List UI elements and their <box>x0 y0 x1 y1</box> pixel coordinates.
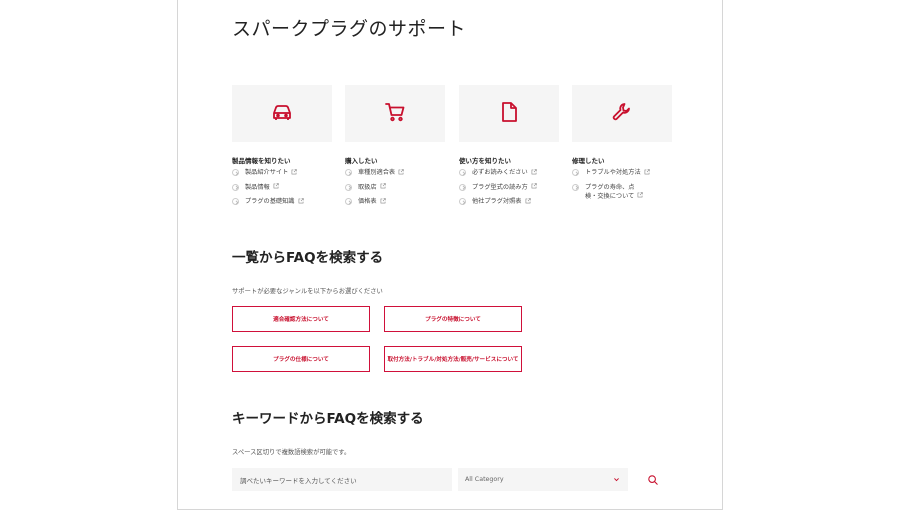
card-repair[interactable] <box>572 85 672 142</box>
page-title: スパークプラグのサポート <box>232 18 467 40</box>
link-text[interactable]: 価格表 <box>358 198 377 205</box>
arrow-circle-icon <box>572 183 579 191</box>
external-link-icon <box>637 192 644 198</box>
arrow-circle-icon <box>345 169 352 176</box>
link-text[interactable]: 製品紹介サイト <box>245 169 288 176</box>
category-title-usage: 使い方を知りたい <box>459 157 511 165</box>
arrow-circle-icon <box>232 183 239 191</box>
search-placeholder: 調べたいキーワードを入力してください <box>240 476 357 485</box>
category-links-product-info: 製品紹介サイト 製品情報 プラグの基礎知識 <box>232 168 322 212</box>
category-select-value: All Category <box>465 476 504 483</box>
external-link-icon <box>291 168 298 175</box>
link-text[interactable]: 取扱店 <box>358 184 377 191</box>
arrow-circle-icon <box>459 169 466 176</box>
list-item[interactable]: 価格表 <box>345 197 435 206</box>
external-link-icon <box>531 168 537 175</box>
list-item[interactable]: 取扱店 <box>345 183 435 192</box>
category-title-purchase: 購入したい <box>345 157 378 165</box>
arrow-circle-icon <box>459 183 466 191</box>
external-link-icon <box>525 197 531 204</box>
link-text[interactable]: 車種別適合表 <box>358 169 395 176</box>
faq-list-title: 一覧からFAQを検索する <box>232 250 384 266</box>
document-icon <box>497 100 521 128</box>
category-links-purchase: 車種別適合表 取扱店 価格表 <box>345 168 435 212</box>
list-item[interactable]: プラグ型式の読み方 <box>459 183 549 192</box>
link-text[interactable]: 必ずお読みください <box>472 169 528 176</box>
cart-icon <box>383 100 407 128</box>
faq-keyword-description: スペース区切りで複数語検索が可能です。 <box>232 449 351 456</box>
search-button[interactable] <box>643 470 663 490</box>
keyword-search-input[interactable]: 調べたいキーワードを入力してください <box>232 468 452 491</box>
card-product-info[interactable] <box>232 85 332 142</box>
external-link-icon <box>298 197 304 204</box>
list-item[interactable]: 必ずお読みください <box>459 168 549 177</box>
category-links-repair: トラブルや対処方法 プラグの寿命、点検・交換について <box>572 168 662 206</box>
genre-button-installation-service[interactable]: 取付方法/トラブル/対処方法/販売/サービスについて <box>384 346 522 372</box>
list-item[interactable]: トラブルや対処方法 <box>572 168 662 177</box>
category-select[interactable]: All Category <box>458 468 628 491</box>
list-item[interactable]: プラグの基礎知識 <box>232 197 322 206</box>
category-title-repair: 修理したい <box>572 157 605 165</box>
arrow-circle-icon <box>345 183 352 191</box>
genre-button-compatibility[interactable]: 適合確認方法について <box>232 306 370 332</box>
list-item[interactable]: 製品紹介サイト <box>232 168 322 177</box>
arrow-circle-icon <box>232 198 239 205</box>
card-purchase[interactable] <box>345 85 445 142</box>
link-text[interactable]: 他社プラグ対照表 <box>472 198 522 205</box>
arrow-circle-icon <box>572 169 579 176</box>
link-text[interactable]: トラブルや対処方法 <box>585 169 641 176</box>
faq-keyword-title: キーワードからFAQを検索する <box>232 411 424 427</box>
external-link-icon <box>398 168 404 175</box>
arrow-circle-icon <box>232 169 239 176</box>
genre-button-features[interactable]: プラグの特徴について <box>384 306 522 332</box>
link-text[interactable]: プラグ型式の読み方 <box>472 184 528 191</box>
arrow-circle-icon <box>345 198 352 205</box>
wrench-icon <box>610 100 634 128</box>
category-title-product-info: 製品情報を知りたい <box>232 157 291 165</box>
list-item[interactable]: 製品情報 <box>232 183 322 192</box>
external-link-icon <box>273 183 279 189</box>
list-item[interactable]: プラグの寿命、点検・交換について <box>572 183 644 201</box>
link-text[interactable]: プラグの基礎知識 <box>245 198 295 205</box>
external-link-icon <box>380 183 386 189</box>
category-links-usage: 必ずお読みください プラグ型式の読み方 他社プラグ対照表 <box>459 168 549 212</box>
external-link-icon <box>644 168 650 175</box>
card-usage[interactable] <box>459 85 559 142</box>
arrow-circle-icon <box>459 198 466 205</box>
chevron-down-icon <box>613 476 620 483</box>
link-text[interactable]: 製品情報 <box>245 184 270 191</box>
faq-list-description: サポートが必要なジャンルを以下からお選びください <box>232 288 383 295</box>
external-link-icon <box>380 197 386 204</box>
genre-button-specs[interactable]: プラグの仕様について <box>232 346 370 372</box>
search-icon <box>647 471 659 490</box>
external-link-icon <box>531 183 537 189</box>
list-item[interactable]: 他社プラグ対照表 <box>459 197 549 206</box>
link-text[interactable]: プラグの寿命、点検・交換について <box>585 184 635 200</box>
list-item[interactable]: 車種別適合表 <box>345 168 435 177</box>
car-icon <box>270 100 294 128</box>
